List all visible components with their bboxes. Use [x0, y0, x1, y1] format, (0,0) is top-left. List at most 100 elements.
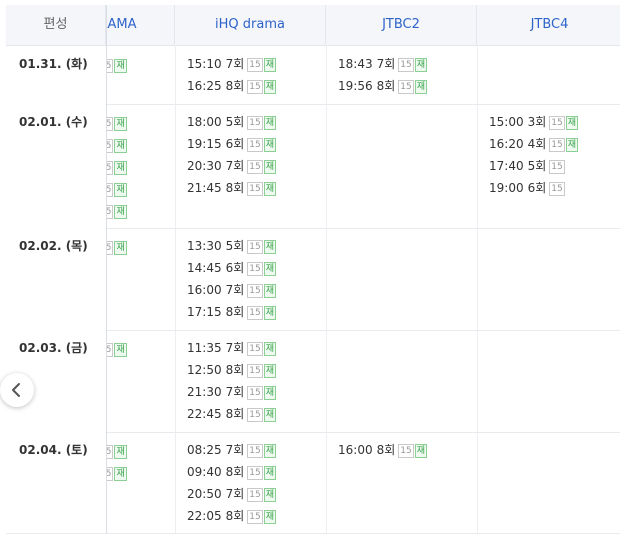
program-episode: 5회 — [225, 239, 245, 253]
program-entry[interactable]: 16:25 8회 15 재 — [187, 75, 277, 97]
rerun-badge: 재 — [263, 138, 277, 152]
rerun-badge: 재 — [114, 445, 127, 459]
rating-badge: 15 — [398, 58, 414, 72]
channel-cell-ihq: 13:30 5회 15 재 14:45 6회 15 재 16:00 7회 15 재 17:15 8회 15 재 — [187, 235, 277, 323]
program-time: 15:00 — [489, 115, 524, 129]
program-entry[interactable]: 13:30 5회 15 재 — [187, 235, 277, 257]
rerun-badge: 재 — [114, 161, 127, 175]
rating-badge: 15 — [247, 510, 263, 524]
program-time: 20:30 — [187, 159, 222, 173]
program-entry[interactable]: 21:45 8회 15 재 — [187, 177, 277, 199]
rating-badge: 15 — [247, 386, 263, 400]
channel-cell-ihq: 15:10 7회 15 재 16:25 8회 15 재 — [187, 53, 277, 97]
channel-cell-ihq: 18:00 5회 15 재 19:15 6회 15 재 20:30 7회 15 재 21:45 8회 15 재 — [187, 111, 277, 199]
program-entry[interactable]: 16:00 8회 15 재 — [338, 439, 428, 461]
program-entry[interactable]: 14:45 6회 15 재 — [187, 257, 277, 279]
program-time: 12:50 — [187, 363, 222, 377]
frozen-column-divider — [106, 5, 107, 533]
channel-cell-jtbc2: 16:00 8회 15 재 — [338, 439, 428, 461]
schedule-row: 02.04. (토) — [6, 432, 620, 534]
rerun-badge: 재 — [565, 116, 579, 130]
program-entry[interactable]: 17:40 5회 15 — [489, 155, 578, 177]
schedule-row: 02.02. (목) — [6, 228, 620, 331]
program-time: 09:40 — [187, 465, 222, 479]
program-time: 22:05 — [187, 509, 222, 523]
rerun-badge: 재 — [263, 444, 277, 458]
program-entry[interactable]: 16:00 7회 15 재 — [187, 279, 277, 301]
program-entry[interactable]: 18:43 7회 15 재 — [338, 53, 428, 75]
program-episode: 5회 — [527, 159, 547, 173]
schedule-header: 편성 LAMA iHQ drama JTBC2 JTBC4 — [6, 5, 620, 46]
program-episode: 6회 — [225, 261, 245, 275]
program-entry[interactable]: 18:00 5회 15 재 — [187, 111, 277, 133]
program-entry[interactable]: 21:30 7회 15 재 — [187, 381, 277, 403]
rating-badge: 15 — [247, 466, 263, 480]
program-entry[interactable]: 19:15 6회 15 재 — [187, 133, 277, 155]
program-entry[interactable]: 15:00 3회 15 재 — [489, 111, 579, 133]
rerun-badge: 재 — [263, 262, 277, 276]
channel-cell-jtbc2: 18:43 7회 15 재 19:56 8회 15 재 — [338, 53, 428, 97]
program-entry[interactable]: 19:56 8회 15 재 — [338, 75, 428, 97]
rating-badge: 15 — [247, 160, 263, 174]
rating-badge: 15 — [247, 58, 263, 72]
rating-badge: 15 — [549, 116, 565, 130]
program-time: 18:00 — [187, 115, 222, 129]
rerun-badge: 재 — [263, 116, 277, 130]
rating-badge: 15 — [549, 182, 565, 196]
program-time: 16:20 — [489, 137, 524, 151]
program-entry[interactable]: 08:25 7회 15 재 — [187, 439, 277, 461]
rerun-badge: 재 — [114, 241, 127, 255]
row-date: 02.02. (목) — [6, 228, 106, 330]
program-entry[interactable]: 15:10 7회 15 재 — [187, 53, 277, 75]
rerun-badge: 재 — [114, 139, 127, 153]
rerun-badge: 재 — [114, 59, 127, 73]
program-episode: 8회 — [376, 443, 396, 457]
row-date: 02.04. (토) — [6, 432, 106, 533]
program-episode: 3회 — [527, 115, 547, 129]
program-entry[interactable]: 22:45 8회 15 재 — [187, 403, 277, 425]
program-time: 22:45 — [187, 407, 222, 421]
rerun-badge: 재 — [263, 408, 277, 422]
rerun-badge: 재 — [414, 444, 428, 458]
header-channel-jtbc2[interactable]: JTBC2 — [326, 5, 477, 45]
program-entry[interactable]: 20:30 7회 15 재 — [187, 155, 277, 177]
header-channel-ihq[interactable]: iHQ drama — [175, 5, 326, 45]
rerun-badge: 재 — [263, 364, 277, 378]
program-time: 19:00 — [489, 181, 524, 195]
program-episode: 8회 — [225, 407, 245, 421]
channel-cell-jtbc4: 15:00 3회 15 재 16:20 4회 15 재 17:40 5회 15 19:00 6회 15 — [489, 111, 579, 199]
program-time: 19:15 — [187, 137, 222, 151]
program-entry[interactable]: 11:35 7회 15 재 — [187, 337, 277, 359]
program-entry[interactable]: 17:15 8회 15 재 — [187, 301, 277, 323]
program-episode: 8회 — [225, 465, 245, 479]
rating-badge: 15 — [247, 284, 263, 298]
program-entry[interactable]: 20:50 7회 15 재 — [187, 483, 277, 505]
program-time: 17:40 — [489, 159, 524, 173]
rerun-badge: 재 — [114, 467, 127, 481]
rating-badge: 15 — [398, 444, 414, 458]
rating-badge: 15 — [247, 444, 263, 458]
row-date: 01.31. (화) — [6, 46, 106, 104]
program-episode: 7회 — [225, 443, 245, 457]
rating-badge: 15 — [247, 342, 263, 356]
rerun-badge: 재 — [263, 240, 277, 254]
program-entry[interactable]: 22:05 8회 15 재 — [187, 505, 277, 527]
rerun-badge: 재 — [263, 386, 277, 400]
program-episode: 8회 — [225, 79, 245, 93]
rerun-badge: 재 — [263, 58, 277, 72]
header-date: 편성 — [6, 5, 106, 45]
program-entry[interactable]: 09:40 8회 15 재 — [187, 461, 277, 483]
program-episode: 5회 — [225, 115, 245, 129]
program-entry[interactable]: 19:00 6회 15 — [489, 177, 578, 199]
header-channel-jtbc4[interactable]: JTBC4 — [477, 5, 620, 45]
rerun-badge: 재 — [263, 182, 277, 196]
program-entry[interactable]: 16:20 4회 15 재 — [489, 133, 579, 155]
header-channel-partial[interactable]: LAMA — [106, 5, 175, 45]
program-time: 21:30 — [187, 385, 222, 399]
schedule-row: 02.03. (금) — [6, 330, 620, 433]
program-entry[interactable]: 12:50 8회 15 재 — [187, 359, 277, 381]
program-time: 18:43 — [338, 57, 373, 71]
program-episode: 7회 — [225, 385, 245, 399]
rerun-badge: 재 — [114, 205, 127, 219]
prev-scroll-button[interactable] — [0, 373, 34, 407]
